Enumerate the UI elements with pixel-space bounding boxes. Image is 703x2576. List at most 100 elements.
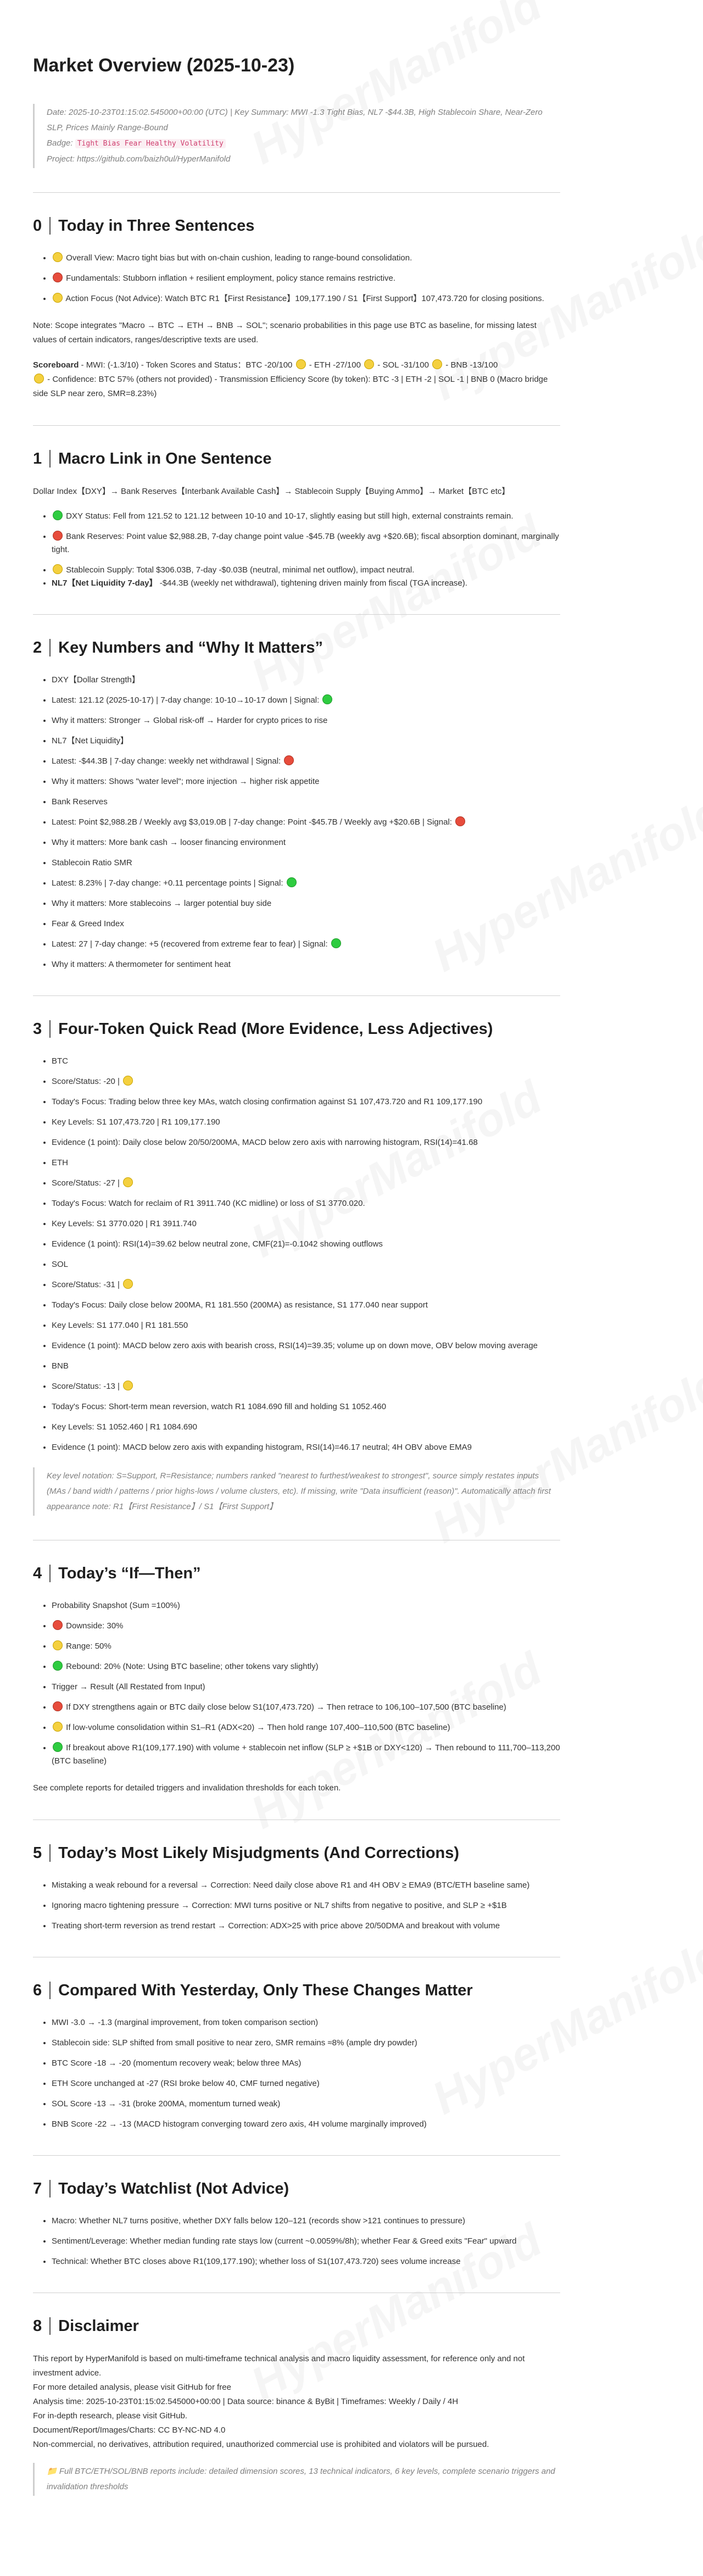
status-dot-icon xyxy=(53,272,63,282)
section-number: 4 xyxy=(33,1565,51,1582)
list-item-text: SOL xyxy=(52,1260,69,1269)
section-heading-0: 0 Today in Three Sentences xyxy=(33,217,560,235)
list-item: Key Levels: S1 107,473.720 | R1 109,177.… xyxy=(52,1116,560,1129)
list-item-text: Fundamentals: Stubborn inflation + resil… xyxy=(66,274,396,283)
list-item: Evidence (1 point): MACD below zero axis… xyxy=(52,1441,560,1454)
list-item: Ignoring macro tightening pressure → Cor… xyxy=(52,1899,560,1912)
key-level-note: Key level notation: S=Support, R=Resista… xyxy=(33,1467,560,1516)
section-heading-6: 6 Compared With Yesterday, Only These Cha… xyxy=(33,1982,560,2000)
list-item: BNB Score -22 → -13 (MACD histogram conv… xyxy=(52,2118,560,2131)
list-item: Bank Reserves xyxy=(52,795,560,809)
list-item-text: Sentiment/Leverage: Whether median fundi… xyxy=(52,2236,517,2246)
page-title: Market Overview (2025-10-23) xyxy=(33,55,295,76)
list-item-text: BTC Score -18 → -20 (momentum recovery w… xyxy=(52,2058,302,2068)
status-dot-icon xyxy=(455,816,466,826)
section-heading-5: 5 Today’s Most Likely Misjudgments (And C… xyxy=(33,1844,560,1862)
section-number: 1 xyxy=(33,450,51,468)
list-item-text: Stablecoin Supply: Total $306.03B, 7-day… xyxy=(66,565,415,575)
section-title: Four-Token Quick Read (More Evidence, Le… xyxy=(58,1020,493,1038)
list-item: Key Levels: S1 3770.020 | R1 3911.740 xyxy=(52,1217,560,1231)
section-number: 0 xyxy=(33,217,51,235)
list-item: Latest: 121.12 (2025-10-17) | 7-day chan… xyxy=(52,694,560,707)
status-dot-icon xyxy=(331,938,341,948)
list-item: Score/Status: -31 | xyxy=(52,1278,560,1292)
list-item-text: Technical: Whether BTC closes above R1(1… xyxy=(52,2257,461,2266)
list-item-text: Today's Focus: Watch for reclaim of R1 3… xyxy=(52,1199,365,1208)
status-dot-icon xyxy=(53,252,63,262)
status-dot-icon xyxy=(53,510,63,520)
list-item-text: Latest: Point $2,988.2B / Weekly avg $3,… xyxy=(52,817,452,827)
macro-chain: Dollar Index【DXY】→ Bank Reserves【Interba… xyxy=(33,487,510,496)
list-item: Probability Snapshot (Sum =100%) xyxy=(52,1599,560,1612)
list: MWI -3.0 → -1.3 (marginal improvement, f… xyxy=(33,2016,560,2131)
list-item: Bank Reserves: Point value $2,988.2B, 7-… xyxy=(52,530,560,557)
badge-value: Tight Bias Fear Healthy Volatility xyxy=(75,139,226,148)
report-page: Market Overview (2025-10-23) Date: 2025-… xyxy=(0,0,593,2496)
list-item-text: If DXY strengthens again or BTC daily cl… xyxy=(66,1703,506,1712)
meta-project-link[interactable]: Project: https://github.com/baizh0ul/Hyp… xyxy=(47,152,560,167)
disclaimer-line: Non-commercial, no derivatives, attribut… xyxy=(33,2440,489,2449)
section-heading-1: 1 Macro Link in One Sentence xyxy=(33,450,560,468)
list: NL7【Net Liquidity 7-day】 -$44.3B (weekly… xyxy=(33,577,560,590)
list-item: Score/Status: -27 | xyxy=(52,1177,560,1190)
list-item-text: NL7【Net Liquidity】 xyxy=(52,736,129,745)
list-item: Evidence (1 point): RSI(14)=39.62 below … xyxy=(52,1238,560,1251)
status-dot-icon xyxy=(295,359,306,369)
section-title: Today’s “If—Then” xyxy=(58,1565,201,1582)
list-item-text: Action Focus (Not Advice): Watch BTC R1【… xyxy=(65,294,544,303)
list-item-text: DXY【Dollar Strength】 xyxy=(52,675,140,685)
list-item: Sentiment/Leverage: Whether median fundi… xyxy=(52,2235,560,2248)
disclaimer-line: This report by HyperManifold is based on… xyxy=(33,2354,525,2378)
list-item: Stablecoin Ratio SMR xyxy=(52,856,560,870)
status-dot-icon xyxy=(53,1722,63,1732)
list-item: Rebound: 20% (Note: Using BTC baseline; … xyxy=(52,1660,560,1673)
badge-label: Badge: xyxy=(47,138,73,148)
section-number: 2 xyxy=(33,639,51,656)
list-item-text: Today's Focus: Short-term mean reversion… xyxy=(52,1402,387,1411)
list-item: Evidence (1 point): MACD below zero axis… xyxy=(52,1339,560,1353)
status-dot-icon xyxy=(53,1701,63,1711)
list-item-text: Why it matters: Shows "water level"; mor… xyxy=(52,777,320,786)
section-title: Today in Three Sentences xyxy=(58,217,255,235)
list-item: MWI -3.0 → -1.3 (marginal improvement, f… xyxy=(52,2016,560,2029)
list-item: Today's Focus: Daily close below 200MA, … xyxy=(52,1299,560,1312)
list-item: DXY【Dollar Strength】 xyxy=(52,674,560,687)
list-item: Latest: -$44.3B | 7-day change: weekly n… xyxy=(52,755,560,768)
list-item: Score/Status: -20 | xyxy=(52,1075,560,1088)
list-item: ETH xyxy=(52,1156,560,1170)
list-item-text: Probability Snapshot (Sum =100%) xyxy=(52,1601,180,1610)
meta-summary: Date: 2025-10-23T01:15:02.545000+00:00 (… xyxy=(47,108,543,132)
section-heading-4: 4 Today’s “If—Then” xyxy=(33,1565,560,1583)
list-item: Mistaking a weak rebound for a reversal … xyxy=(52,1879,560,1892)
section-number: 3 xyxy=(33,1020,51,1038)
list-item: Why it matters: More bank cash → looser … xyxy=(52,836,560,849)
list-item: BTC xyxy=(52,1055,560,1068)
list-item-text: If low-volume consolidation within S1–R1… xyxy=(66,1723,450,1732)
scoreboard: Scoreboard - MWI: (-1.3/10) - Token Scor… xyxy=(33,358,560,401)
list-item-text: BNB xyxy=(52,1361,69,1371)
section-title: Compared With Yesterday, Only These Chan… xyxy=(58,1982,473,1999)
disclaimer-line: Document/Report/Images/Charts: CC BY-NC-… xyxy=(33,2425,226,2435)
status-dot-icon xyxy=(123,1076,133,1086)
list: BTC Score/Status: -20 | Today's Focus: Tr… xyxy=(33,1055,560,1454)
list-item: NL7【Net Liquidity 7-day】 -$44.3B (weekly… xyxy=(52,577,560,590)
list-item-text: Why it matters: More bank cash → looser … xyxy=(52,838,286,847)
disclaimer-line: For more detailed analysis, please visit… xyxy=(33,2383,231,2392)
list-item-text: Range: 50% xyxy=(66,1642,111,1651)
list-item: Today's Focus: Watch for reclaim of R1 3… xyxy=(52,1197,560,1210)
disclaimer-text: This report by HyperManifold is based on… xyxy=(33,2352,560,2452)
disclaimer-line: For in-depth research, please visit GitH… xyxy=(33,2411,187,2421)
scoreboard-text: - BNB -13/100 xyxy=(443,360,498,370)
list-item-text: Stablecoin side: SLP shifted from small … xyxy=(52,2038,417,2048)
status-dot-icon xyxy=(322,694,333,704)
list-item: Why it matters: Shows "water level"; mor… xyxy=(52,775,560,788)
list-item-text: Score/Status: -13 | xyxy=(52,1382,120,1391)
list-item: SOL Score -13 → -31 (broke 200MA, moment… xyxy=(52,2097,560,2111)
list-item-text: Rebound: 20% (Note: Using BTC baseline; … xyxy=(66,1662,319,1671)
list-item-text: Score/Status: -27 | xyxy=(52,1178,120,1188)
list-item: If low-volume consolidation within S1–R1… xyxy=(52,1721,560,1734)
divider xyxy=(33,995,560,996)
list-item: Range: 50% xyxy=(52,1640,560,1653)
status-dot-icon xyxy=(53,531,63,541)
list-item-text: Why it matters: A thermometer for sentim… xyxy=(52,960,231,969)
